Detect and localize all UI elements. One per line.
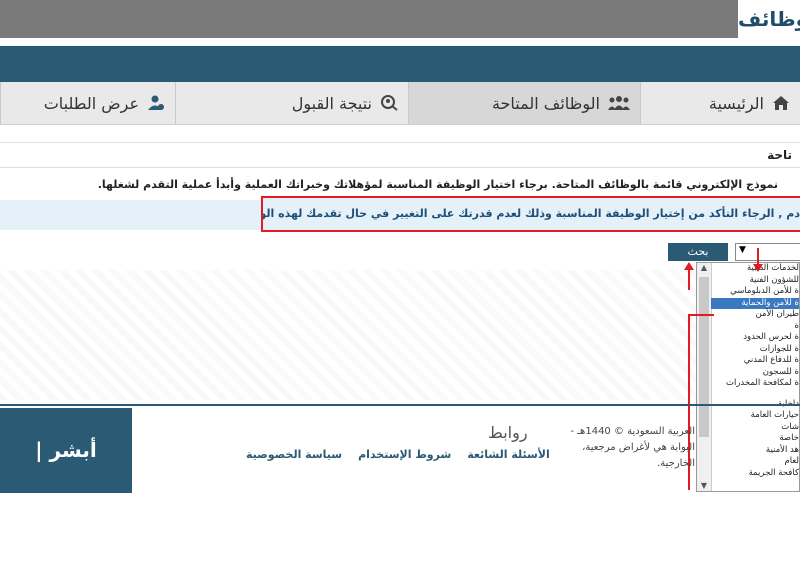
scroll-up-icon[interactable]: ▲ xyxy=(698,263,710,275)
footer-logo[interactable]: أبشر | وظائف xyxy=(0,408,132,547)
footer-link-privacy[interactable]: سياسة الخصوصية xyxy=(246,448,342,461)
site-logo[interactable]: وظائف xyxy=(738,0,800,38)
footer-links: الأسئلة الشائعة شروط الإستخدام سياسة الخ… xyxy=(246,448,550,461)
background-pattern xyxy=(0,270,696,400)
nav-item-view-requests[interactable]: عرض الطلبات xyxy=(0,82,175,124)
footer-copyright: العربية السعودية © 1440هـ - البوابة هي ل… xyxy=(570,426,695,469)
dropdown-option[interactable]: ة للأمن والحماية xyxy=(711,297,799,309)
dropdown-option[interactable]: ة xyxy=(711,321,799,333)
dropdown-option[interactable]: شات xyxy=(711,422,799,434)
dropdown-scrollbar[interactable]: ▲ ▼ xyxy=(697,263,712,491)
nav-label: نتيجة القبول xyxy=(291,93,372,113)
annotation-arrow xyxy=(688,268,690,290)
dropdown-option[interactable]: كافحة الجريمة xyxy=(711,468,799,480)
dropdown-option[interactable]: ة للسجون xyxy=(711,367,799,379)
job-category-dropdown[interactable]: ▲ ▼ لخدمات الطبية للشؤون الفنية ة للأمن ال… xyxy=(696,262,800,492)
dropdown-options: لخدمات الطبية للشؤون الفنية ة للأمن الدبلو… xyxy=(711,263,799,480)
job-category-select[interactable]: ▼ xyxy=(735,243,800,261)
top-bar: وظائف xyxy=(0,0,800,38)
nav-label: الرئيسية xyxy=(708,93,764,113)
annotation-arrowhead xyxy=(753,264,763,272)
footer-divider xyxy=(0,404,800,406)
dropdown-option[interactable]: ة للأمن الدبلوماسي xyxy=(711,286,799,298)
header-band xyxy=(0,46,800,82)
group-icon xyxy=(608,96,630,110)
scroll-thumb[interactable] xyxy=(699,277,709,437)
chevron-down-icon: ▼ xyxy=(739,245,746,255)
dropdown-option[interactable]: طيران الأمن xyxy=(711,309,799,321)
dropdown-option[interactable]: ة لمكافحة المخدرات xyxy=(711,378,799,390)
dropdown-option[interactable]: للشؤون الفنية xyxy=(711,275,799,287)
dropdown-option[interactable]: حيارات العامة xyxy=(711,410,799,422)
nav-item-available-jobs[interactable]: الوظائف المتاحة xyxy=(408,82,640,124)
dropdown-option[interactable]: ة للدفاع المدني xyxy=(711,355,799,367)
section-title: تاحة xyxy=(0,142,800,168)
nav-item-acceptance-result[interactable]: نتيجة القبول xyxy=(175,82,408,124)
home-icon xyxy=(773,96,789,110)
dropdown-option[interactable]: هد الأمنية xyxy=(711,445,799,457)
nav-label: الوظائف المتاحة xyxy=(491,93,600,113)
notice-message: دم , الرجاء التأكد من إختيار الوظيفة الم… xyxy=(261,196,800,232)
dropdown-option[interactable]: لعام xyxy=(711,456,799,468)
main-nav: الرئيسية الوظائف المتاحة نتيجة القبول عر… xyxy=(0,82,800,125)
footer-link-terms[interactable]: شروط الإستخدام xyxy=(358,448,451,461)
dropdown-option[interactable] xyxy=(711,390,799,399)
dropdown-option[interactable]: ة لحرس الحدود xyxy=(711,332,799,344)
footer-links-title: روابط xyxy=(488,423,528,442)
search-person-icon xyxy=(381,95,398,111)
annotation-arrowhead xyxy=(684,262,694,270)
nav-label: عرض الطلبات xyxy=(43,93,139,113)
scroll-down-icon[interactable]: ▼ xyxy=(698,481,710,491)
dropdown-option[interactable]: خاصة xyxy=(711,433,799,445)
site-logo-text: وظائف xyxy=(738,7,800,31)
user-check-icon xyxy=(148,95,164,110)
dropdown-option[interactable]: ة للجوازات xyxy=(711,344,799,356)
nav-item-home[interactable]: الرئيسية xyxy=(640,82,800,124)
page-description: نموذج الإلكتروني قائمة بالوظائف المتاحة.… xyxy=(97,178,778,191)
footer-link-faq[interactable]: الأسئلة الشائعة xyxy=(467,448,550,461)
annotation-arrow xyxy=(688,314,714,316)
search-button[interactable]: بحث xyxy=(668,243,728,261)
